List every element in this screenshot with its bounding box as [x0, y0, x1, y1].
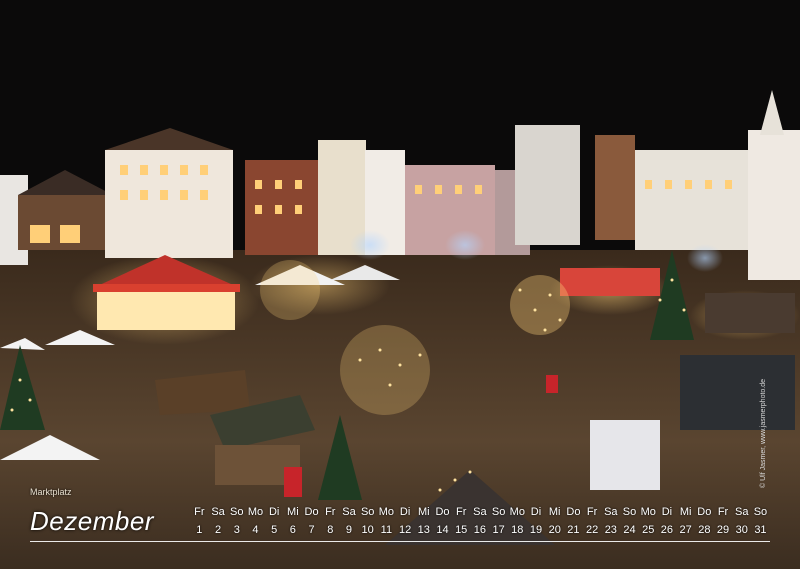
weekday-label: Sa — [604, 506, 618, 518]
day-number: 29 — [716, 524, 730, 536]
day-number: 30 — [735, 524, 748, 536]
day-number: 12 — [398, 524, 412, 536]
weekday-label: Di — [530, 506, 542, 518]
red-box — [284, 467, 302, 497]
day-number: 1 — [196, 524, 203, 536]
weekday-label: Sa — [735, 506, 749, 518]
day-number: 9 — [345, 524, 353, 536]
day-number: 26 — [660, 524, 674, 536]
weekday-label: Fr — [586, 506, 598, 518]
weekday-label: Di — [268, 506, 280, 518]
day-number: 31 — [754, 524, 767, 536]
day-number: 4 — [252, 524, 259, 536]
weekday-label: Do — [566, 506, 581, 518]
weekday-label: Mo — [509, 506, 525, 518]
weekday-label: Di — [399, 506, 411, 518]
weekday-label: Fr — [194, 506, 205, 518]
weekday-label: Sa — [342, 506, 356, 518]
day-number: 17 — [492, 524, 505, 536]
day-number-row: 1 2 3 4 5 6 7 8 9 10 11 12 13 14 15 16 1… — [190, 524, 770, 536]
weekday-row: Fr Sa So Mo Di Mi Do Fr Sa So Mo Di Mi D… — [190, 506, 770, 518]
weekday-label: Mo — [378, 506, 395, 518]
day-number: 7 — [308, 524, 315, 536]
weekday-label: Do — [304, 506, 319, 518]
day-number: 19 — [529, 524, 543, 536]
month-title: Dezember — [30, 506, 154, 536]
weekday-label: Sa — [211, 506, 225, 518]
weekday-label: Do — [435, 506, 450, 518]
weekday-label: Mo — [640, 506, 656, 518]
weekday-label: Mi — [548, 506, 561, 518]
calendar-page: Marktplatz Dezember Fr Sa So Mo Di Mi Do… — [0, 0, 800, 569]
day-number: 8 — [327, 524, 334, 536]
weekday-label: Mo — [247, 506, 264, 518]
day-number: 10 — [361, 524, 374, 536]
day-number: 16 — [473, 524, 487, 536]
day-number: 22 — [585, 524, 599, 536]
weekday-label: Fr — [325, 506, 336, 518]
day-number: 27 — [679, 524, 692, 536]
day-number: 3 — [233, 524, 240, 536]
day-number: 21 — [567, 524, 580, 536]
weekday-label: Sa — [473, 506, 487, 518]
day-number: 25 — [642, 524, 655, 536]
day-number: 23 — [604, 524, 617, 536]
weekday-label: Fr — [455, 506, 467, 518]
weekday-label: Di — [661, 506, 673, 518]
day-number: 11 — [380, 524, 393, 536]
day-number: 28 — [698, 524, 711, 536]
weekday-label: So — [622, 506, 637, 518]
weekday-label: Do — [697, 506, 712, 518]
location-caption: Marktplatz — [30, 487, 72, 497]
divider-line — [30, 541, 770, 542]
photo-credit: © Ulf Jasmer, www.jasmerphoto.de — [760, 378, 767, 488]
day-number: 14 — [436, 524, 449, 536]
day-number: 5 — [271, 524, 278, 536]
weekday-label: So — [230, 506, 244, 518]
red-box-small — [546, 375, 558, 393]
christmas-market-photo — [0, 0, 800, 569]
weekday-label: Mi — [417, 506, 430, 518]
weekday-label: So — [753, 506, 768, 518]
weekday-label: Fr — [717, 506, 729, 518]
weekday-label: So — [491, 506, 506, 518]
weekday-label: Mi — [679, 506, 692, 518]
weekday-label: So — [360, 506, 375, 518]
day-number: 13 — [417, 524, 430, 536]
day-number: 6 — [289, 524, 296, 536]
day-number: 2 — [214, 524, 222, 536]
day-number: 15 — [455, 524, 468, 536]
day-number: 18 — [511, 524, 524, 536]
weekday-label: Mi — [287, 506, 299, 518]
day-number: 20 — [548, 524, 561, 536]
day-number: 24 — [623, 524, 636, 536]
